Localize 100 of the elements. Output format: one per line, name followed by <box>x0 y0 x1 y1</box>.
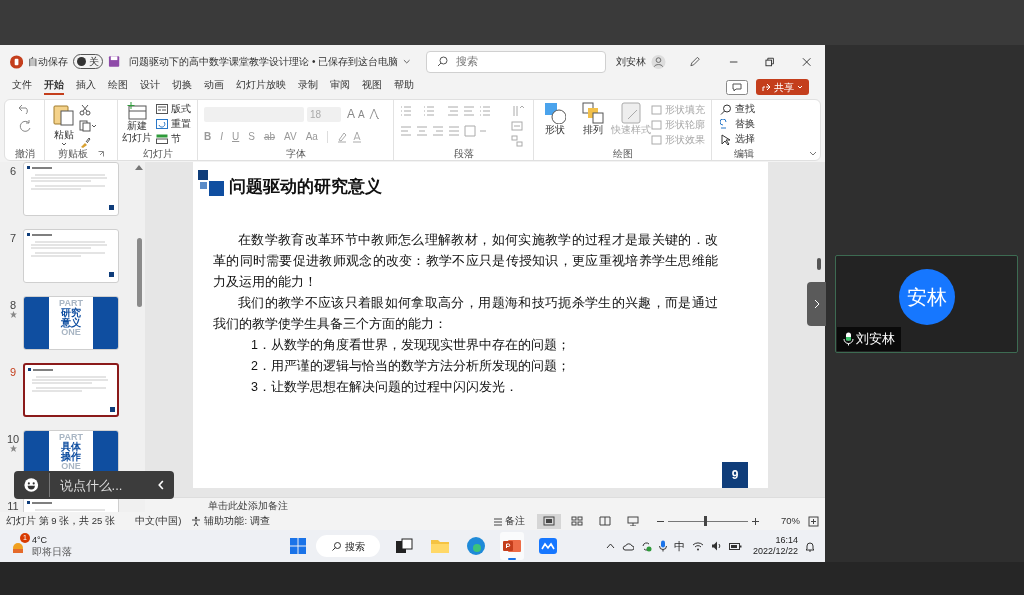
pen-icon[interactable] <box>688 55 700 68</box>
speaker-icon[interactable] <box>710 541 722 551</box>
menu-tab[interactable]: 切换 <box>172 77 192 95</box>
group-label: 撤消 <box>13 148 36 160</box>
menu-tab[interactable]: 文件 <box>12 77 32 95</box>
chevron-down-icon[interactable] <box>403 58 411 65</box>
view-button[interactable] <box>537 513 561 529</box>
zoom-level[interactable]: 70% <box>781 513 800 529</box>
emoji-icon[interactable] <box>24 476 39 494</box>
group-label: 剪贴板 <box>58 148 88 160</box>
notes-placeholder[interactable]: 单击此处添加备注 <box>208 497 288 513</box>
slide-number: 7 <box>9 232 17 244</box>
scissors-icon[interactable] <box>79 104 91 116</box>
editing-button[interactable]: 选择 <box>720 133 768 145</box>
grow-font-button[interactable]: A <box>347 105 355 123</box>
user-avatar-icon[interactable] <box>650 53 666 70</box>
browser-icon <box>466 536 486 556</box>
cloud-icon[interactable] <box>621 541 634 551</box>
scrollbar-thumb[interactable] <box>136 238 142 307</box>
shape-tool-button[interactable]: 形状 <box>538 102 572 148</box>
editing-button[interactable]: 替换 <box>720 118 768 130</box>
menu-tab[interactable]: 视图 <box>362 77 382 95</box>
menu-tab[interactable]: 帮助 <box>394 77 414 95</box>
menu-tab[interactable]: 开始 <box>44 77 64 95</box>
menu-tab[interactable]: 动画 <box>204 77 224 95</box>
editing-button[interactable]: 查找 <box>720 103 768 115</box>
clock-time[interactable]: 16:14 <box>775 535 798 546</box>
menu-tab[interactable]: 审阅 <box>330 77 350 95</box>
group-label: 绘图 <box>611 148 634 160</box>
clear-format-icon[interactable] <box>367 108 380 120</box>
input-method-indicator[interactable]: 中 <box>673 537 685 555</box>
microphone-icon[interactable] <box>658 540 667 552</box>
reading-view-icon <box>599 516 611 526</box>
menu-tab[interactable]: 设计 <box>140 77 160 95</box>
fit-slide-icon[interactable] <box>808 515 819 527</box>
slide-title: 问题驱动的研究意义 <box>229 176 382 198</box>
arrange-icon <box>582 102 604 124</box>
new-slide-button[interactable]: 新建 幻灯片 <box>122 102 152 148</box>
zoom-in-icon[interactable] <box>752 517 759 525</box>
shapes-icon <box>544 102 566 124</box>
chevron-down-icon <box>61 142 67 146</box>
slide-count: 幻灯片 第 9 张，共 25 张 <box>6 513 116 528</box>
scroll-up-icon[interactable] <box>135 164 143 170</box>
chat-input-field[interactable]: 说点什么... <box>48 473 148 497</box>
language-indicator[interactable]: 中文(中国) <box>135 513 182 529</box>
participant-name: 刘安林 <box>856 330 895 349</box>
battery-icon[interactable] <box>728 541 742 551</box>
search-field[interactable]: 搜索 <box>425 50 606 73</box>
share-button[interactable]: 共享 <box>756 79 809 95</box>
reset-button[interactable]: 重置 <box>156 118 191 130</box>
weather-description: 即将日落 <box>32 546 72 557</box>
paste-button[interactable]: 粘贴 <box>53 103 75 148</box>
document-title[interactable]: 问题驱动下的高中数学课堂教学设计理论 • 已保存到这台电脑 <box>129 54 399 69</box>
search-input[interactable]: 搜索 <box>455 53 576 70</box>
watermark-text: PART <box>59 299 83 308</box>
shape-tool-button[interactable]: 排列 <box>576 102 610 148</box>
start-icon[interactable] <box>290 538 306 554</box>
chevron-up-icon[interactable] <box>605 543 615 549</box>
grid-view-icon <box>571 516 583 526</box>
brush-icon[interactable] <box>79 136 91 148</box>
sync-icon[interactable] <box>640 540 652 552</box>
copy-icon[interactable] <box>79 120 97 132</box>
cursor-icon <box>720 133 731 145</box>
wifi-icon[interactable] <box>691 541 704 551</box>
list-item: 2．用严谨的逻辑与恰当的数学方法分析所发现的问题； <box>250 358 571 375</box>
taskbar-search[interactable]: 搜索 <box>316 535 380 557</box>
meeting-app-icon <box>538 536 558 556</box>
zoom-slider[interactable] <box>668 516 748 526</box>
dialog-launcher-icon[interactable] <box>98 151 104 157</box>
section-button[interactable]: 节 <box>156 133 191 145</box>
redo-icon[interactable] <box>17 119 32 133</box>
accessibility-status[interactable]: 辅助功能: 调查 <box>204 513 270 529</box>
chevron-left-icon[interactable] <box>157 479 164 491</box>
close-icon[interactable] <box>801 56 811 67</box>
shrink-font-button[interactable]: A <box>358 106 365 122</box>
save-icon[interactable] <box>108 55 121 68</box>
section-title: 研究意义 <box>60 308 82 328</box>
collapse-ribbon-icon[interactable] <box>809 151 817 157</box>
watermark-text: PART <box>59 433 83 442</box>
menu-tab[interactable]: 录制 <box>298 77 318 95</box>
clipboard-icon <box>53 103 75 127</box>
restore-icon[interactable] <box>765 56 775 67</box>
clock-date[interactable]: 2022/12/22 <box>752 546 798 557</box>
quick-styles-icon <box>620 102 642 124</box>
menu-tab[interactable]: 插入 <box>76 77 96 95</box>
accessibility-icon[interactable] <box>191 516 202 526</box>
layout-button[interactable]: 版式 <box>156 103 191 115</box>
search-icon <box>436 56 448 67</box>
slide-thumbnail[interactable]: PART 研究意义 ONE <box>23 296 119 350</box>
section-title: 具体操作 <box>60 442 82 462</box>
search-icon <box>331 541 341 551</box>
notification-icon[interactable] <box>805 540 815 552</box>
slideshow-icon <box>627 516 639 526</box>
side-panel-toggle[interactable] <box>807 282 826 326</box>
temperature: 4°C <box>32 535 49 546</box>
menu-tab[interactable]: 绘图 <box>108 77 128 95</box>
comment-icon[interactable] <box>726 80 748 95</box>
menu-tab[interactable]: 幻灯片放映 <box>236 77 286 95</box>
scrollbar-thumb[interactable] <box>817 258 821 270</box>
notes-button[interactable]: 备注 <box>493 513 525 529</box>
